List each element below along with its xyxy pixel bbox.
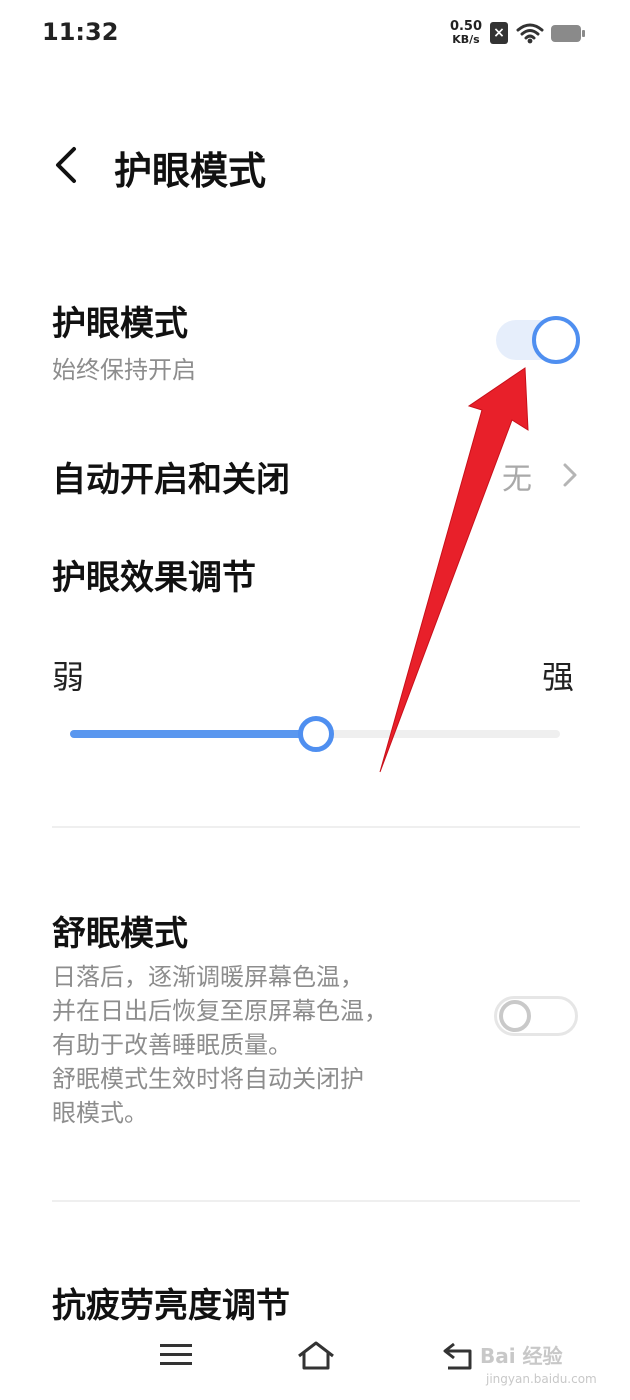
effect-slider-fill [70, 730, 315, 738]
home-icon[interactable] [296, 1340, 336, 1372]
divider [52, 826, 580, 828]
description-line: 并在日出后恢复至原屏幕色温， [52, 997, 388, 1025]
battery-icon [551, 25, 585, 42]
back-arrow-icon[interactable] [50, 145, 80, 185]
status-time: 11:32 [42, 18, 119, 46]
chevron-right-icon[interactable] [562, 462, 578, 488]
sleep-mode-description: 日落后，逐渐调暖屏幕色温， 并在日出后恢复至原屏幕色温， 有助于改善睡眠质量。 … [52, 960, 452, 1130]
menu-icon[interactable] [158, 1340, 194, 1370]
description-line: 舒眠模式生效时将自动关闭护 [52, 1065, 364, 1093]
eye-mode-title: 护眼模式 [52, 304, 188, 344]
divider [52, 1200, 580, 1202]
description-line: 有助于改善睡眠质量。 [52, 1031, 292, 1059]
network-speed-unit: KB/s [452, 33, 480, 46]
auto-schedule-title[interactable]: 自动开启和关闭 [52, 452, 290, 501]
slider-min-label: 弱 [52, 658, 85, 696]
network-speed-value: 0.50 [449, 19, 483, 34]
page-title: 护眼模式 [114, 149, 267, 193]
watermark-logo: Bai 经验 [480, 1344, 563, 1368]
description-line: 日落后，逐渐调暖屏幕色温， [52, 963, 364, 991]
back-nav-icon[interactable] [440, 1340, 474, 1372]
annotation-arrow [379, 367, 529, 773]
toggle-knob [532, 316, 580, 364]
network-speed: 0.50 KB/s [446, 20, 486, 46]
sleep-mode-toggle[interactable] [494, 996, 578, 1036]
eye-mode-toggle[interactable] [496, 316, 580, 364]
no-sim-icon: × [490, 22, 508, 44]
description-line: 眼模式。 [52, 1099, 148, 1127]
toggle-knob [499, 1000, 531, 1032]
effect-slider-thumb[interactable] [298, 716, 334, 752]
sleep-mode-title: 舒眠模式 [52, 914, 188, 954]
effect-title: 护眼效果调节 [52, 558, 256, 598]
eye-mode-subtitle: 始终保持开启 [52, 356, 196, 384]
wifi-icon [516, 23, 544, 44]
watermark-url: jingyan.baidu.com [486, 1372, 597, 1386]
anti-fatigue-title[interactable]: 抗疲劳亮度调节 [52, 1278, 290, 1327]
